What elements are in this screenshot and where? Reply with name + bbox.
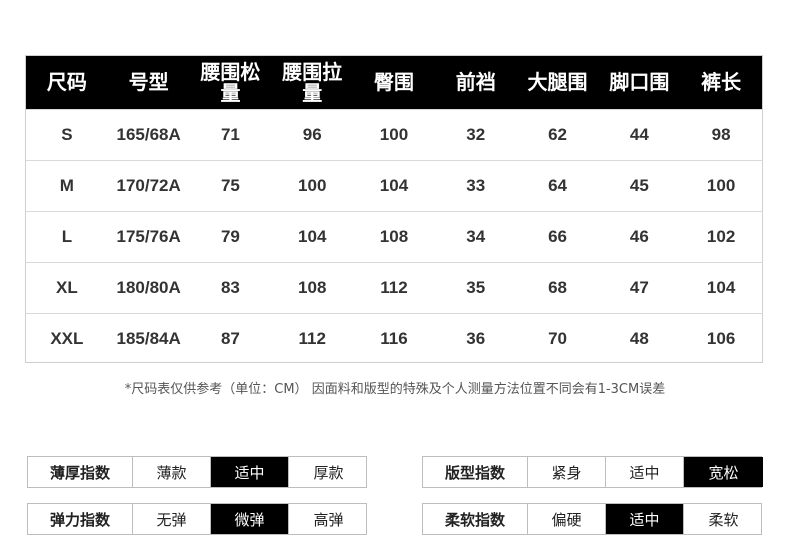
table-row: XL 180/80A 83 108 112 35 68 47 104	[26, 262, 762, 313]
cell-thigh: 62	[548, 125, 567, 144]
cell-size: XXL	[50, 329, 84, 348]
header-leg-opening: 脚口围	[609, 70, 670, 94]
thickness-option-selected: 适中	[210, 457, 288, 487]
cell-hip: 100	[379, 125, 409, 144]
cell-hip: 104	[379, 176, 409, 195]
fit-index-bar: 版型指数 紧身 适中 宽松	[422, 456, 763, 488]
cell-size: L	[61, 227, 73, 246]
cell-waist-stretched: 96	[302, 125, 322, 144]
table-row: XXL 185/84A 87 112 116 36 70 48 106	[26, 313, 762, 364]
cell-waist-relaxed: 75	[220, 176, 240, 195]
cell-length: 102	[706, 227, 736, 246]
elasticity-option: 无弹	[132, 504, 210, 534]
cell-size: S	[61, 125, 73, 144]
softness-option: 柔软	[683, 504, 763, 534]
thickness-option: 薄款	[132, 457, 210, 487]
cell-waist-relaxed: 87	[220, 329, 240, 348]
elasticity-option-selected: 微弹	[210, 504, 288, 534]
fit-option: 适中	[605, 457, 683, 487]
cell-length: 106	[706, 329, 736, 348]
thickness-option: 厚款	[288, 457, 368, 487]
cell-thigh: 66	[548, 227, 567, 246]
cell-waist-stretched: 108	[298, 278, 327, 297]
cell-model: 185/84A	[116, 329, 181, 348]
cell-hip: 108	[379, 227, 409, 246]
fit-option: 紧身	[527, 457, 605, 487]
elasticity-index-label: 弹力指数	[49, 510, 110, 529]
cell-length: 100	[706, 176, 736, 195]
header-size: 尺码	[46, 70, 87, 94]
softness-option: 偏硬	[527, 504, 605, 534]
header-model: 号型	[128, 70, 169, 94]
cell-leg-opening: 45	[629, 176, 649, 195]
header-thigh: 大腿围	[527, 70, 588, 94]
cell-front-rise: 34	[466, 227, 486, 246]
header-waist-stretched: 腰围拉量	[282, 59, 343, 105]
size-note: *尺码表仅供参考（单位：CM） 因面料和版型的特殊及个人测量方法位置不同会有1-…	[124, 382, 666, 397]
cell-front-rise: 36	[466, 329, 486, 348]
table-row: L 175/76A 79 104 108 34 66 46 102	[26, 211, 762, 262]
cell-front-rise: 33	[466, 176, 486, 195]
cell-waist-relaxed: 83	[220, 278, 240, 297]
fit-option-selected: 宽松	[683, 457, 763, 487]
softness-index-label: 柔软指数	[444, 510, 505, 529]
thickness-index-label: 薄厚指数	[49, 463, 110, 482]
cell-leg-opening: 44	[629, 125, 649, 144]
cell-leg-opening: 46	[629, 227, 649, 246]
softness-option-selected: 适中	[605, 504, 683, 534]
elasticity-option: 高弹	[288, 504, 368, 534]
cell-leg-opening: 48	[629, 329, 649, 348]
cell-thigh: 64	[548, 176, 567, 195]
header-length: 裤长	[701, 70, 742, 94]
cell-size: XL	[56, 278, 78, 297]
cell-hip: 112	[380, 278, 408, 297]
cell-waist-stretched: 112	[298, 329, 326, 348]
cell-leg-opening: 47	[629, 278, 649, 297]
thickness-index-bar: 薄厚指数 薄款 适中 厚款	[27, 456, 367, 488]
header-front-rise: 前裆	[455, 70, 496, 94]
size-chart-table: 尺码 号型 腰围松量 腰围拉量 臀围 前裆 大腿围 脚口围 裤长 S 165/6…	[25, 55, 763, 363]
cell-model: 170/72A	[116, 176, 181, 195]
cell-model: 175/76A	[116, 227, 181, 246]
cell-front-rise: 32	[466, 125, 486, 144]
cell-model: 165/68A	[116, 125, 181, 144]
cell-length: 104	[706, 278, 736, 297]
header-hip: 臀围	[373, 70, 414, 94]
header-waist-relaxed: 腰围松量	[200, 59, 261, 105]
cell-front-rise: 35	[466, 278, 486, 297]
elasticity-index-bar: 弹力指数 无弹 微弹 高弹	[27, 503, 367, 535]
table-row: S 165/68A 71 96 100 32 62 44 98	[26, 109, 762, 160]
cell-hip: 116	[380, 329, 408, 348]
cell-model: 180/80A	[116, 278, 181, 297]
cell-thigh: 70	[548, 329, 567, 348]
softness-index-bar: 柔软指数 偏硬 适中 柔软	[422, 503, 762, 535]
cell-waist-relaxed: 71	[220, 125, 240, 144]
cell-thigh: 68	[548, 278, 567, 297]
cell-length: 98	[711, 125, 731, 144]
size-chart-header: 尺码 号型 腰围松量 腰围拉量 臀围 前裆 大腿围 脚口围 裤长	[26, 56, 762, 109]
cell-waist-stretched: 104	[298, 227, 327, 246]
cell-size: M	[59, 176, 74, 195]
fit-index-label: 版型指数	[444, 463, 505, 482]
cell-waist-stretched: 100	[298, 176, 327, 195]
table-row: M 170/72A 75 100 104 33 64 45 100	[26, 160, 762, 211]
cell-waist-relaxed: 79	[220, 227, 240, 246]
